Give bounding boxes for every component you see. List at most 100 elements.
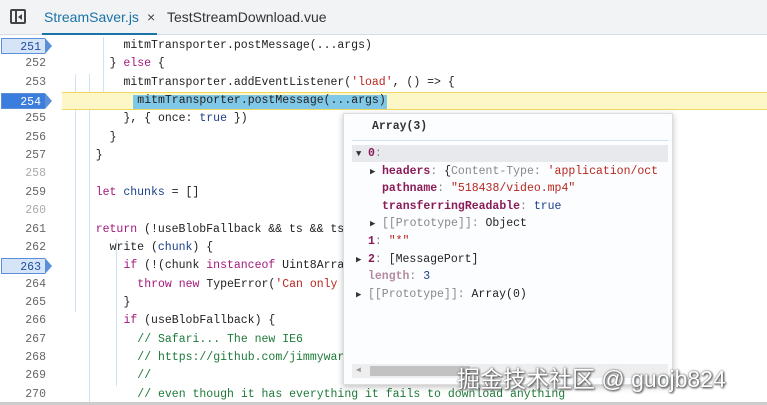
code-token: ) { <box>192 240 214 254</box>
collapsed-triangle-icon[interactable]: ▶ <box>356 287 368 304</box>
code-token: { <box>151 57 165 71</box>
code-token: }, { once: <box>123 112 200 126</box>
scroll-left-icon[interactable]: ◀ <box>356 364 361 378</box>
line-number[interactable]: 253 <box>0 74 46 92</box>
line-number[interactable]: 264 <box>0 276 46 294</box>
code-text: // https://github.com/jimmywar <box>137 349 344 367</box>
line-number[interactable]: 262 <box>0 239 46 257</box>
code-text: throw new TypeError('Can only <box>137 276 337 294</box>
line-number[interactable]: 252 <box>0 55 46 73</box>
property-token: Content-Type: <box>451 164 548 178</box>
code-token: // https://github.com/jimmywar <box>137 350 345 364</box>
close-tab-icon[interactable]: × <box>147 9 155 25</box>
code-text: mitmTransporter.postMessage(...args) <box>137 92 385 110</box>
line-number[interactable]: 268 <box>0 349 46 367</box>
line-number[interactable]: 257 <box>0 147 46 165</box>
property-token: headers <box>382 164 431 178</box>
property-row[interactable]: ▼ 0: <box>352 145 668 162</box>
property-token: true <box>533 199 562 213</box>
line-number[interactable]: 258 <box>0 165 46 183</box>
line-number[interactable]: 260 <box>0 202 46 220</box>
code-text: } <box>123 294 130 312</box>
tab-label: StreamSaver.js <box>44 9 139 25</box>
line-number[interactable]: 261 <box>0 221 46 239</box>
divider <box>352 140 668 141</box>
code-token: // Safari... The new IE6 <box>137 332 303 346</box>
property-token: pathname <box>382 182 438 196</box>
code-token: (!(chunk <box>137 259 207 273</box>
code-token: // <box>137 369 152 383</box>
breakpoint-marker[interactable]: 254 <box>1 93 52 110</box>
scrollbar-thumb[interactable] <box>370 366 470 376</box>
code-line[interactable]: 252} else { <box>0 55 767 73</box>
code-text: return (!useBlobFallback && ts && ts <box>96 221 344 239</box>
code-token: write ( <box>109 240 158 254</box>
code-token: } <box>109 57 124 71</box>
code-token: mitmTransporter.postMessage(...args) <box>123 39 372 52</box>
code-token: (useBlobFallback) { <box>137 314 276 328</box>
code-token: else <box>123 57 151 71</box>
line-number[interactable]: 256 <box>0 129 46 147</box>
code-token: 'Can only <box>275 277 338 291</box>
property-token: : <box>374 235 389 248</box>
code-text: }, { once: true }) <box>123 110 247 128</box>
property-token: : <box>430 164 445 178</box>
code-token: (!useBlobFallback && ts && ts <box>137 222 345 236</box>
code-line[interactable]: 251 mitmTransporter.postMessage(...args) <box>0 37 767 55</box>
property-token: [[Prototype]]: <box>382 217 486 231</box>
code-token: return <box>95 222 138 236</box>
code-token: mitmTransporter.addEventListener( <box>123 75 352 89</box>
collapsed-triangle-icon[interactable]: ▶ <box>370 216 382 233</box>
property-row[interactable]: ▶ 2: [MessagePort] <box>344 251 478 268</box>
tab-teststreamdownload-vue[interactable]: TestStreamDownload.vue <box>167 0 327 35</box>
breakpoint-marker[interactable]: 251 <box>1 38 52 54</box>
code-text: mitmTransporter.addEventListener('load',… <box>123 74 454 92</box>
property-row[interactable]: transferringReadable: true <box>344 198 561 215</box>
variable-preview-popover: Array(3) ◀ ▼ 0: ▶ headers: {Content-Type: '… <box>343 113 673 385</box>
code-token: if <box>123 259 138 273</box>
code-token: let <box>95 185 117 199</box>
line-number[interactable]: 266 <box>0 312 46 330</box>
line-number[interactable]: 265 <box>0 294 46 312</box>
line-number[interactable]: 267 <box>0 331 46 349</box>
toggle-navigator-icon[interactable] <box>10 9 26 24</box>
property-token: 'application/oct <box>547 164 659 178</box>
watermark: 掘金技术社区 @ guojb824 <box>457 366 726 392</box>
line-number[interactable]: 270 <box>0 386 46 404</box>
property-row[interactable]: ▶ [[Prototype]]: Object <box>344 215 527 232</box>
line-number[interactable]: 269 <box>0 367 46 385</box>
property-token: "*" <box>388 235 410 248</box>
code-token: TypeError( <box>199 277 276 291</box>
property-token: : <box>437 182 452 196</box>
code-text: } <box>110 129 117 147</box>
property-row[interactable]: pathname: "518438/video.mp4" <box>344 180 575 197</box>
property-row[interactable]: ▶ headers: {Content-Type: 'application/oc… <box>344 163 658 180</box>
property-token: { <box>444 164 452 178</box>
code-line[interactable]: 253 mitmTransporter.addEventListener('loa… <box>0 74 767 92</box>
code-text: if (!(chunk instanceof Uint8Arra <box>123 257 344 275</box>
line-number[interactable]: 259 <box>0 184 46 202</box>
editor-tab-bar: StreamSaver.js × TestStreamDownload.vue <box>0 0 767 35</box>
code-token: instanceof <box>206 259 276 273</box>
property-token: 2 <box>368 252 375 266</box>
code-line[interactable]: 254 mitmTransporter.postMessage(...args) <box>0 92 767 111</box>
code-token: , () => { <box>392 75 455 89</box>
breakpoint-marker[interactable]: 263 <box>1 258 52 275</box>
property-row[interactable]: 1: "*" <box>344 233 409 250</box>
property-row[interactable]: ▶ [[Prototype]]: Array(0) <box>344 286 527 303</box>
collapsed-triangle-icon[interactable]: ▶ <box>370 164 382 181</box>
property-token: : <box>520 199 534 213</box>
collapsed-triangle-icon[interactable]: ▶ <box>356 252 368 269</box>
tab-streamsaver-js[interactable]: StreamSaver.js × <box>42 0 158 35</box>
property-row[interactable]: length: 3 <box>344 268 430 285</box>
property-token: Array(0) <box>471 287 527 301</box>
line-number[interactable]: 255 <box>0 110 46 128</box>
property-token: length <box>368 270 410 284</box>
expanded-triangle-icon[interactable]: ▼ <box>356 146 368 163</box>
code-token: } <box>95 149 103 163</box>
code-token: Uint8Arra <box>275 259 345 273</box>
property-token: transferringReadable <box>382 199 521 213</box>
code-text: if (useBlobFallback) { <box>123 312 275 330</box>
code-text: write (chunk) { <box>110 239 214 257</box>
property-token: Object <box>485 217 527 231</box>
